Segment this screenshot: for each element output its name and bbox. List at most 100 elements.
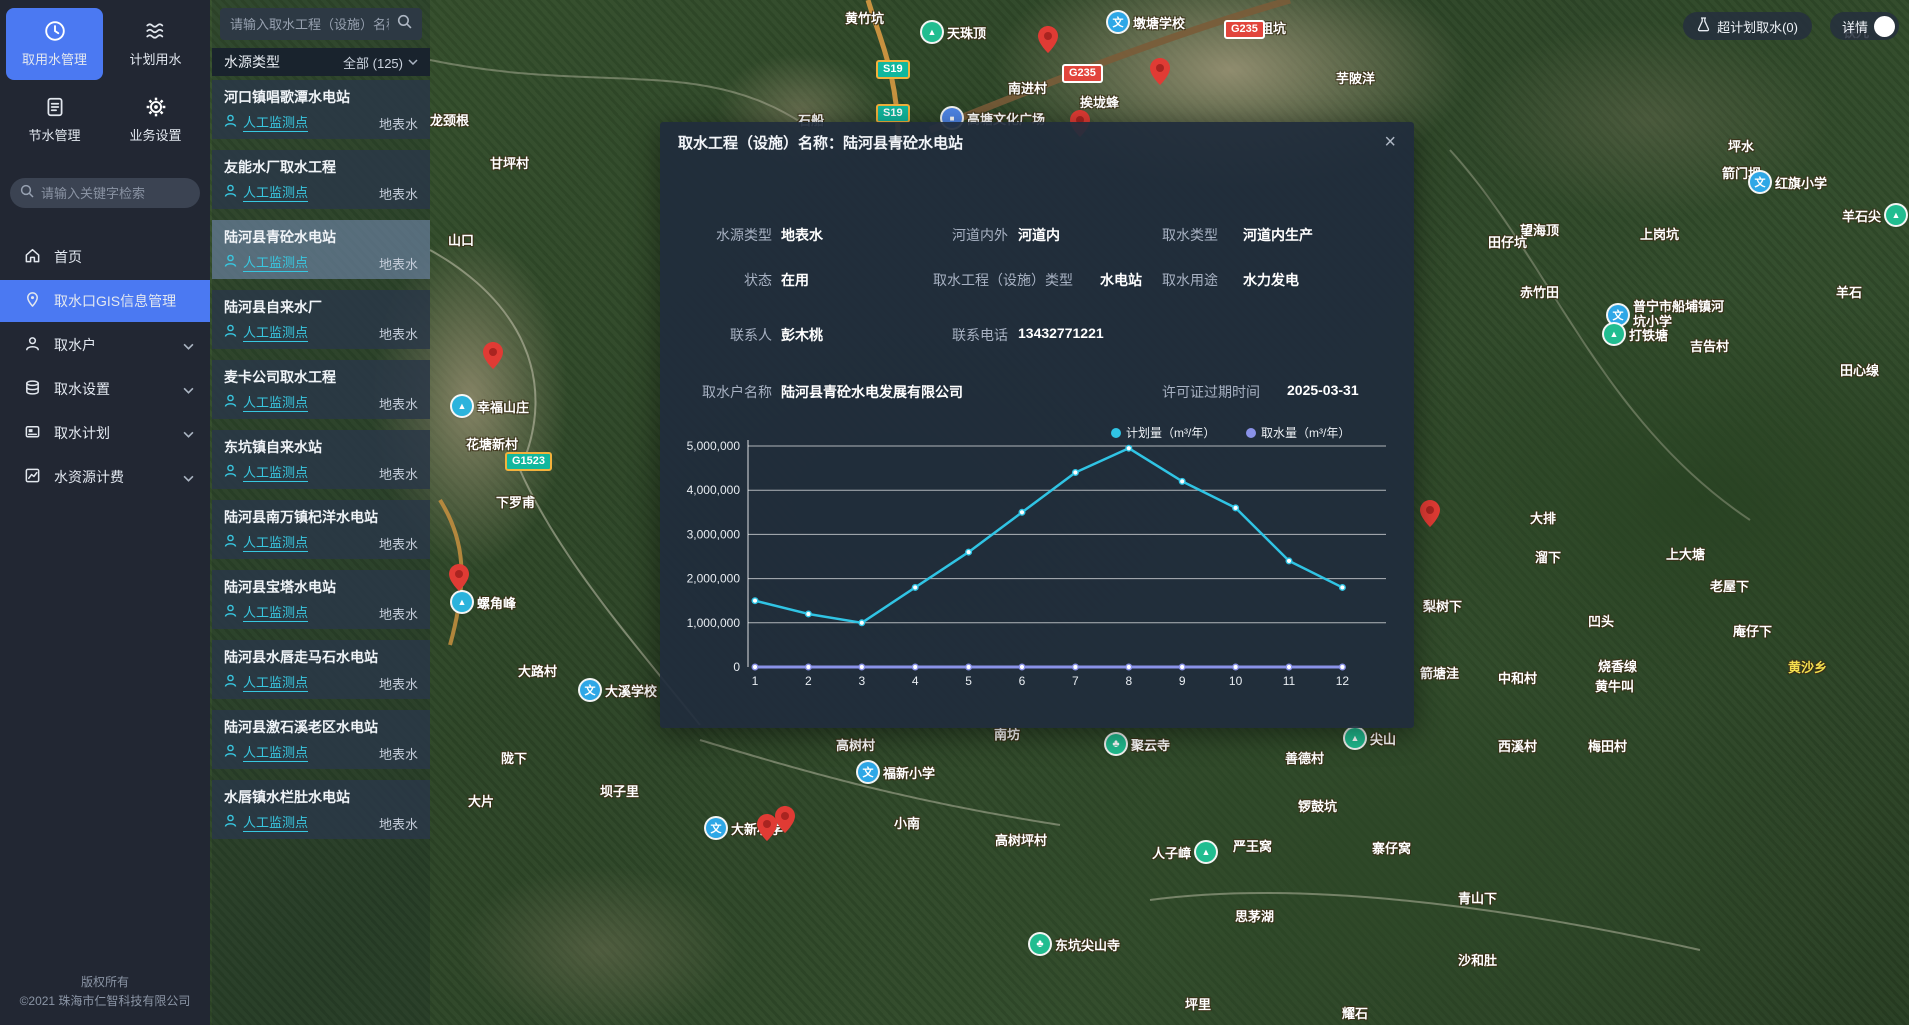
- close-icon[interactable]: ×: [1384, 132, 1396, 152]
- list-item[interactable]: 东坑镇自来水站人工监测点地表水: [212, 430, 430, 489]
- mountain-marker-icon[interactable]: 人子嶂▲: [1152, 842, 1216, 862]
- toggle-knob[interactable]: [1874, 16, 1895, 37]
- person-icon: [224, 324, 237, 343]
- station-list: 河口镇唱歌潭水电站人工监测点地表水友能水厂取水工程人工监测点地表水陆河县青砼水电…: [212, 80, 430, 839]
- module-tab-1[interactable]: 计划用水: [107, 8, 204, 80]
- search-icon[interactable]: [397, 14, 412, 34]
- mountain-marker-icon[interactable]: ▲打铁塘: [1604, 324, 1668, 344]
- module-tab-3[interactable]: 业务设置: [107, 84, 204, 156]
- bill-icon: [24, 467, 41, 487]
- school-icon: 文: [1608, 305, 1628, 325]
- road-number: G235: [1224, 20, 1265, 39]
- monitor-tag[interactable]: 人工监测点: [243, 395, 308, 412]
- road-badge[interactable]: G235: [1224, 20, 1265, 39]
- road-badge[interactable]: G1523: [505, 452, 552, 471]
- station-name: 陆河县青砼水电站: [224, 227, 418, 247]
- list-item[interactable]: 陆河县青砼水电站人工监测点地表水: [212, 220, 430, 279]
- mountain-marker-icon[interactable]: ▲尖山: [1345, 728, 1396, 748]
- monitor-tag[interactable]: 人工监测点: [243, 465, 308, 482]
- list-item[interactable]: 麦卡公司取水工程人工监测点地表水: [212, 360, 430, 419]
- monitor-tag[interactable]: 人工监测点: [243, 815, 308, 832]
- monitor-tag[interactable]: 人工监测点: [243, 115, 308, 132]
- marker-label: 福新小学: [883, 763, 935, 782]
- mountain-marker-icon[interactable]: ▲天珠顶: [922, 22, 986, 42]
- mountain-marker-icon[interactable]: 羊石尖▲: [1842, 205, 1906, 225]
- station-search-input[interactable]: [230, 17, 389, 32]
- water-source-type: 地表水: [379, 604, 418, 623]
- doc-icon: [44, 96, 66, 118]
- road-number: S19: [876, 104, 910, 123]
- over-plan-button[interactable]: 超计划取水(0): [1683, 12, 1812, 40]
- svg-text:11: 11: [1283, 674, 1296, 688]
- field-label: 河道内外: [810, 225, 1008, 245]
- svg-text:5: 5: [965, 674, 972, 688]
- list-item[interactable]: 陆河县水唇走马石水电站人工监测点地表水: [212, 640, 430, 699]
- blue-marker-icon[interactable]: ▲幸福山庄: [452, 396, 529, 416]
- school-marker-icon[interactable]: 文福新小学: [858, 762, 935, 782]
- road-badge[interactable]: S19: [876, 60, 910, 79]
- monitor-tag[interactable]: 人工监测点: [243, 745, 308, 762]
- monitor-tag[interactable]: 人工监测点: [243, 535, 308, 552]
- list-item[interactable]: 友能水厂取水工程人工监测点地表水: [212, 150, 430, 209]
- station-name: 水唇镇水栏肚水电站: [224, 787, 418, 807]
- map-pin-icon[interactable]: [1038, 26, 1058, 53]
- svg-text:3: 3: [858, 674, 865, 688]
- sidebar-item-4[interactable]: 取水计划: [0, 412, 210, 454]
- module-tab-0[interactable]: 取用水管理: [6, 8, 103, 80]
- flask-icon: [1697, 17, 1710, 35]
- sidebar-item-3[interactable]: 取水设置: [0, 368, 210, 410]
- field-label: 取水类型: [1162, 225, 1218, 245]
- sidebar-item-1[interactable]: 取水口GIS信息管理: [0, 280, 210, 322]
- water-source-type: 地表水: [379, 674, 418, 693]
- station-search[interactable]: [220, 8, 422, 40]
- marker-label: 天珠顶: [947, 23, 986, 42]
- module-label: 节水管理: [28, 125, 80, 144]
- school-marker-icon[interactable]: 文红旗小学: [1750, 172, 1827, 192]
- mountain-icon: ▲: [1345, 728, 1365, 748]
- blue-icon: ▲: [452, 396, 472, 416]
- map-pin-icon[interactable]: [483, 342, 503, 369]
- map-place-label: 黄牛叫: [1595, 676, 1634, 695]
- map-place-label: 沙和肚: [1458, 950, 1497, 969]
- chevron-down-icon: [183, 425, 194, 441]
- map-place-label: 芋陂洋: [1336, 68, 1375, 87]
- list-item[interactable]: 水唇镇水栏肚水电站人工监测点地表水: [212, 780, 430, 839]
- list-item[interactable]: 陆河县自来水厂人工监测点地表水: [212, 290, 430, 349]
- top-right-controls: 超计划取水(0) 详情: [1683, 12, 1899, 40]
- list-item[interactable]: 陆河县宝塔水电站人工监测点地表水: [212, 570, 430, 629]
- map-pin-icon[interactable]: [775, 806, 795, 833]
- map-place-label: 西溪村: [1498, 736, 1537, 755]
- list-item[interactable]: 陆河县激石溪老区水电站人工监测点地表水: [212, 710, 430, 769]
- detail-toggle[interactable]: 详情: [1830, 12, 1899, 40]
- modal-title: 取水工程（设施）名称：陆河县青砼水电站: [678, 132, 963, 153]
- monitor-tag[interactable]: 人工监测点: [243, 325, 308, 342]
- svg-text:8: 8: [1125, 674, 1132, 688]
- map-pin-icon[interactable]: [1150, 58, 1170, 85]
- list-item[interactable]: 河口镇唱歌潭水电站人工监测点地表水: [212, 80, 430, 139]
- road-badge[interactable]: G235: [1062, 64, 1103, 83]
- sidebar-item-5[interactable]: 水资源计费: [0, 456, 210, 498]
- temple-marker-icon[interactable]: ♣聚云寺: [1106, 734, 1170, 754]
- map-place-label: 挨垅蜂: [1080, 92, 1119, 111]
- school-marker-icon[interactable]: 文大溪学校: [580, 680, 657, 700]
- school-marker-icon[interactable]: 文墩塘学校: [1108, 12, 1185, 32]
- temple-marker-icon[interactable]: ♣东坑尖山寺: [1030, 934, 1120, 954]
- monitor-tag[interactable]: 人工监测点: [243, 675, 308, 692]
- map-pin-icon[interactable]: [757, 814, 777, 841]
- map-place-label: 坝子里: [600, 781, 639, 800]
- filter-dropdown[interactable]: 全部 (125): [343, 53, 418, 72]
- map-pin-icon[interactable]: [1420, 500, 1440, 527]
- monitor-tag[interactable]: 人工监测点: [243, 185, 308, 202]
- road-badge[interactable]: S19: [876, 104, 910, 123]
- sidebar-item-2[interactable]: 取水户: [0, 324, 210, 366]
- map-pin-icon[interactable]: [449, 564, 469, 591]
- monitor-tag[interactable]: 人工监测点: [243, 255, 308, 272]
- list-item[interactable]: 陆河县南万镇杞洋水电站人工监测点地表水: [212, 500, 430, 559]
- keyword-search-input[interactable]: [41, 186, 190, 201]
- keyword-search[interactable]: [10, 178, 200, 208]
- module-tab-2[interactable]: 节水管理: [6, 84, 103, 156]
- blue-marker-icon[interactable]: ▲螺角峰: [452, 592, 516, 612]
- monitor-tag[interactable]: 人工监测点: [243, 605, 308, 622]
- blue-icon: ▲: [452, 592, 472, 612]
- sidebar-item-0[interactable]: 首页: [0, 236, 210, 278]
